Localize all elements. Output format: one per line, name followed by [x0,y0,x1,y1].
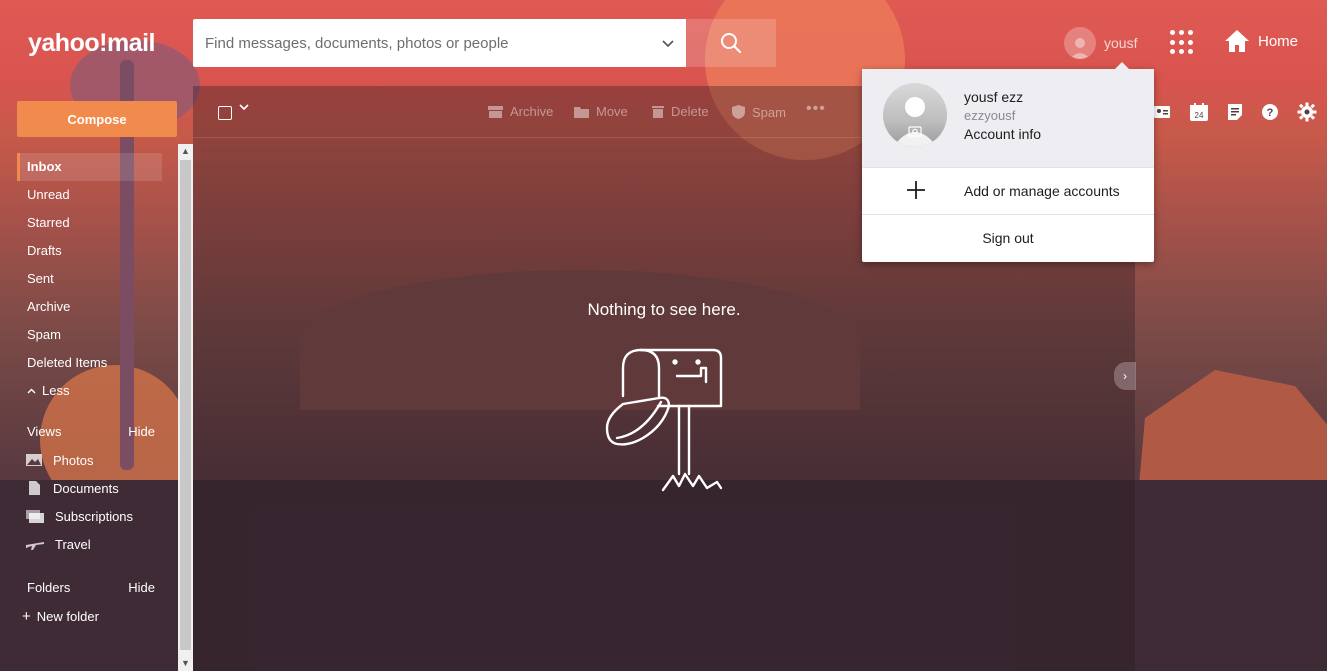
folders-heading: Folders [27,580,71,595]
user-chip-label: yousf [1104,35,1138,51]
compose-button[interactable]: Compose [17,101,177,137]
subscriptions-label: Subscriptions [55,508,134,524]
views-hide-button[interactable]: Hide [128,418,155,446]
airplane-icon [26,542,44,550]
folder-move-icon [574,106,589,118]
svg-text:?: ? [1267,107,1274,119]
search-bar [193,19,776,67]
sidebar-item-documents[interactable]: Documents [17,474,162,502]
plus-icon [907,181,925,199]
archive-label: Archive [510,104,554,119]
travel-label: Travel [55,536,91,552]
more-actions-icon[interactable]: ••• [806,100,826,118]
folder-nav: Inbox Unread Starred Drafts Sent Archive… [17,153,162,630]
settings-gear-icon[interactable] [1297,102,1317,122]
views-section-header: Views Hide [17,418,162,446]
archive-button[interactable]: Archive [487,104,553,119]
sidebar-item-inbox[interactable]: Inbox [17,153,162,181]
expand-pane-chevron-icon[interactable]: › [1114,362,1136,390]
sidebar-item-drafts[interactable]: Drafts [17,237,162,265]
avatar-icon [1064,27,1096,59]
new-folder-label: New folder [36,608,99,624]
delete-label: Delete [671,104,709,119]
notepad-icon[interactable] [1227,103,1243,121]
delete-button[interactable]: Delete [651,104,709,119]
sidebar-item-subscriptions[interactable]: Subscriptions [17,502,162,530]
move-button[interactable]: Move [573,104,628,119]
select-options-chevron-icon[interactable] [239,102,249,114]
photo-icon [26,454,42,466]
account-avatar[interactable] [883,83,947,147]
scroll-down-arrow-icon[interactable]: ▼ [178,656,193,671]
spam-label: Spam [752,104,786,120]
plus-icon: + [22,607,31,625]
search-input[interactable] [205,34,645,52]
new-folder-button[interactable]: + New folder [17,602,162,630]
user-profile-button[interactable]: yousf [1064,27,1137,59]
shield-icon [732,105,745,119]
scroll-up-arrow-icon[interactable]: ▲ [178,144,193,159]
empty-state-message: Nothing to see here. [587,300,741,319]
scroll-thumb[interactable] [180,160,191,650]
folders-section-header: Folders Hide [17,574,162,602]
spam-button[interactable]: Spam [731,104,786,120]
help-icon[interactable]: ? [1261,103,1279,121]
calendar-day: 24 [1195,111,1204,120]
sidebar-scrollbar[interactable]: ▲ ▼ [178,144,193,671]
empty-mailbox-illustration [605,348,723,492]
sidebar-item-photos[interactable]: Photos [17,446,162,474]
search-icon [721,33,742,54]
search-options-chevron-icon[interactable] [662,36,674,51]
home-link[interactable]: Home [1224,29,1298,53]
less-label: Less [42,383,70,398]
sidebar-item-archive[interactable]: Archive [17,293,162,321]
sign-out-button[interactable]: Sign out [862,214,1154,261]
sidebar-item-unread[interactable]: Unread [17,181,162,209]
sidebar-item-travel[interactable]: Travel [17,530,162,558]
account-dropdown-menu: yousf ezz ezzyousf Account info Add or m… [862,62,1154,262]
sidebar-item-deleted-items[interactable]: Deleted Items [17,349,162,377]
move-label: Move [596,104,628,119]
apps-grid-icon[interactable] [1170,30,1195,55]
add-manage-accounts-label: Add or manage accounts [964,183,1120,199]
sidebar-item-starred[interactable]: Starred [17,209,162,237]
less-toggle[interactable]: Less [17,377,162,405]
yahoo-mail-logo[interactable]: yahoo!mail [28,29,155,58]
right-toolbar: 24 ? [1135,86,1327,138]
home-icon [1225,30,1249,52]
account-name: yousf ezz [964,89,1024,105]
add-manage-accounts-item[interactable]: Add or manage accounts [862,167,1154,214]
documents-label: Documents [53,480,119,496]
photos-label: Photos [53,452,94,468]
search-button[interactable] [686,19,776,67]
sidebar-item-sent[interactable]: Sent [17,265,162,293]
left-sidebar: Compose Inbox Unread Starred Drafts Sent… [0,86,193,671]
contacts-icon[interactable] [1153,104,1171,120]
subscriptions-icon [26,510,44,523]
document-icon [29,481,40,495]
trash-icon [652,106,664,118]
account-info-link[interactable]: Account info [964,126,1041,142]
folders-hide-button[interactable]: Hide [128,574,155,602]
account-username: ezzyousf [964,108,1016,123]
search-field [193,19,686,67]
select-all-checkbox[interactable] [218,106,232,120]
views-heading: Views [27,424,62,439]
home-label: Home [1258,32,1299,50]
sidebar-item-spam[interactable]: Spam [17,321,162,349]
chevron-up-icon [27,388,36,394]
account-summary: yousf ezz ezzyousf Account info [862,69,1154,167]
calendar-icon[interactable]: 24 [1189,102,1209,122]
archive-icon [488,105,503,118]
